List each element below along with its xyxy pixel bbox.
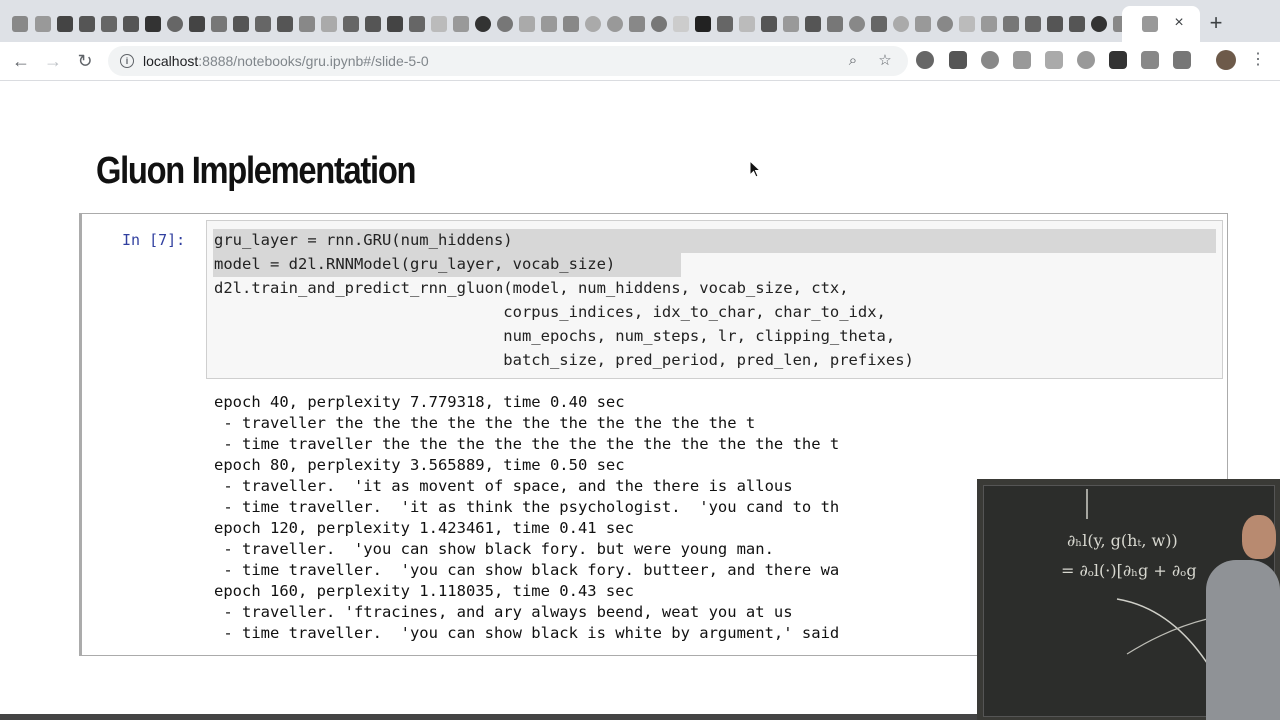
new-tab-button[interactable]: + bbox=[1205, 12, 1227, 34]
tab-favicon bbox=[1142, 16, 1158, 32]
tab-favicon[interactable] bbox=[673, 16, 689, 32]
tab-favicon[interactable] bbox=[12, 16, 28, 32]
tab-favicon[interactable] bbox=[167, 16, 183, 32]
output-line: epoch 160, perplexity 1.118035, time 0.4… bbox=[214, 582, 634, 600]
tab-favicon[interactable] bbox=[101, 16, 117, 32]
extension-icon[interactable] bbox=[916, 51, 934, 69]
info-icon[interactable]: i bbox=[120, 54, 134, 68]
url-host: localhost bbox=[143, 53, 199, 69]
output-line: - time traveller the the the the the the… bbox=[214, 435, 840, 453]
code-line[interactable]: model = d2l.RNNModel(gru_layer, vocab_si… bbox=[214, 255, 615, 273]
tab-favicon[interactable] bbox=[79, 16, 95, 32]
code-line[interactable]: corpus_indices, idx_to_char, char_to_idx… bbox=[214, 303, 886, 321]
tab-favicon[interactable] bbox=[541, 16, 557, 32]
tab-favicon[interactable] bbox=[475, 16, 491, 32]
output-line: - time traveller. 'you can show black fo… bbox=[214, 561, 840, 579]
tab-favicon[interactable] bbox=[695, 16, 711, 32]
tab-favicon[interactable] bbox=[1025, 16, 1041, 32]
tab-favicon[interactable] bbox=[607, 16, 623, 32]
output-line: - traveller. 'ftracines, and ary always … bbox=[214, 603, 793, 621]
tab-favicon[interactable] bbox=[563, 16, 579, 32]
tab-favicon[interactable] bbox=[585, 16, 601, 32]
tab-favicon[interactable] bbox=[35, 16, 51, 32]
tab-favicon[interactable] bbox=[717, 16, 733, 32]
tab-favicon[interactable] bbox=[1069, 16, 1085, 32]
output-line: epoch 80, perplexity 3.565889, time 0.50… bbox=[214, 456, 625, 474]
tab-favicon[interactable] bbox=[145, 16, 161, 32]
code-line[interactable]: num_epochs, num_steps, lr, clipping_thet… bbox=[214, 327, 895, 345]
tab-favicon[interactable] bbox=[233, 16, 249, 32]
extension-icon[interactable] bbox=[949, 51, 967, 69]
tab-favicon[interactable] bbox=[871, 16, 887, 32]
tab-favicon[interactable] bbox=[849, 16, 865, 32]
extension-icon[interactable] bbox=[1077, 51, 1095, 69]
tab-favicon[interactable] bbox=[189, 16, 205, 32]
reload-button[interactable]: ↻ bbox=[74, 50, 96, 72]
output-line: - traveller. 'you can show black fory. b… bbox=[214, 540, 774, 558]
tab-favicon[interactable] bbox=[277, 16, 293, 32]
bookmark-star-icon[interactable]: ☆ bbox=[876, 52, 894, 70]
extension-icon[interactable] bbox=[1109, 51, 1127, 69]
tab-favicon[interactable] bbox=[365, 16, 381, 32]
mouse-cursor-icon bbox=[749, 160, 761, 178]
tab-favicon[interactable] bbox=[1003, 16, 1019, 32]
output-line: - time traveller. 'it as think the psych… bbox=[214, 498, 840, 516]
tab-favicon[interactable] bbox=[1091, 16, 1107, 32]
forward-button[interactable]: → bbox=[42, 50, 64, 72]
tab-strip: × + bbox=[0, 0, 1280, 46]
tab-favicon[interactable] bbox=[497, 16, 513, 32]
tab-favicon[interactable] bbox=[959, 16, 975, 32]
url-path: :8888/notebooks/gru.ipynb#/slide-5-0 bbox=[198, 53, 429, 69]
tab-favicon[interactable] bbox=[1047, 16, 1063, 32]
address-bar[interactable]: i localhost:8888/notebooks/gru.ipynb#/sl… bbox=[108, 46, 908, 76]
tab-favicon[interactable] bbox=[57, 16, 73, 32]
code-line[interactable]: gru_layer = rnn.GRU(num_hiddens) bbox=[214, 231, 513, 249]
search-icon[interactable]: ⌕ bbox=[844, 52, 862, 70]
tab-favicon[interactable] bbox=[519, 16, 535, 32]
tab-favicon[interactable] bbox=[343, 16, 359, 32]
extension-icon[interactable] bbox=[1173, 51, 1191, 69]
output-line: - traveller the the the the the the the … bbox=[214, 414, 756, 432]
code-line[interactable]: batch_size, pred_period, pred_len, prefi… bbox=[214, 351, 914, 369]
extension-icon[interactable] bbox=[1045, 51, 1063, 69]
back-button[interactable]: ← bbox=[10, 50, 32, 72]
tab-favicon[interactable] bbox=[915, 16, 931, 32]
close-tab-icon[interactable]: × bbox=[1170, 14, 1188, 32]
output-line: epoch 40, perplexity 7.779318, time 0.40… bbox=[214, 393, 625, 411]
tab-favicon[interactable] bbox=[783, 16, 799, 32]
active-tab[interactable] bbox=[1122, 6, 1200, 46]
extension-icon[interactable] bbox=[1141, 51, 1159, 69]
slide-heading: Gluon Implementation bbox=[96, 150, 416, 192]
output-line: epoch 120, perplexity 1.423461, time 0.4… bbox=[214, 519, 634, 537]
tab-favicon[interactable] bbox=[937, 16, 953, 32]
tab-favicon[interactable] bbox=[893, 16, 909, 32]
tab-favicon[interactable] bbox=[409, 16, 425, 32]
tab-favicon[interactable] bbox=[761, 16, 777, 32]
output-line: - time traveller. 'you can show black is… bbox=[214, 624, 840, 642]
tab-favicon[interactable] bbox=[981, 16, 997, 32]
tab-favicon[interactable] bbox=[321, 16, 337, 32]
output-line: - traveller. 'it as movent of space, and… bbox=[214, 477, 793, 495]
tab-favicon[interactable] bbox=[123, 16, 139, 32]
tab-favicon[interactable] bbox=[651, 16, 667, 32]
tab-favicon[interactable] bbox=[255, 16, 271, 32]
extension-icon[interactable] bbox=[1013, 51, 1031, 69]
presenter-head bbox=[1242, 515, 1276, 559]
tab-favicon[interactable] bbox=[431, 16, 447, 32]
profile-avatar[interactable] bbox=[1216, 50, 1236, 70]
tab-favicon[interactable] bbox=[739, 16, 755, 32]
url-text[interactable]: localhost:8888/notebooks/gru.ipynb#/slid… bbox=[143, 53, 429, 69]
extension-icon[interactable] bbox=[981, 51, 999, 69]
tab-favicon[interactable] bbox=[211, 16, 227, 32]
tab-favicon[interactable] bbox=[299, 16, 315, 32]
input-prompt: In [7]: bbox=[122, 231, 186, 249]
tab-favicon[interactable] bbox=[827, 16, 843, 32]
code-line[interactable]: d2l.train_and_predict_rnn_gluon(model, n… bbox=[214, 279, 849, 297]
more-menu-icon[interactable]: ⋮ bbox=[1250, 50, 1266, 70]
tab-favicon[interactable] bbox=[453, 16, 469, 32]
presenter-body bbox=[1206, 560, 1280, 720]
tab-favicon[interactable] bbox=[629, 16, 645, 32]
tab-favicon[interactable] bbox=[387, 16, 403, 32]
tab-favicon[interactable] bbox=[805, 16, 821, 32]
